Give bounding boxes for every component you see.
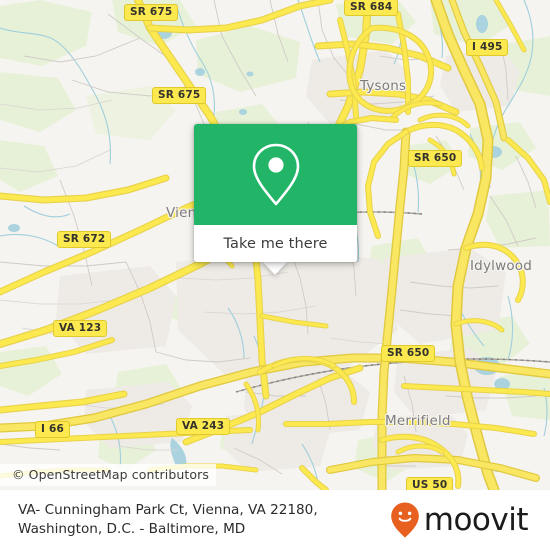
place-label-tysons: Tysons	[360, 78, 407, 94]
map-attribution[interactable]: © OpenStreetMap contributors	[0, 464, 217, 486]
road-shield-us-50: US 50	[406, 477, 454, 490]
road-shield-sr-675-south: SR 675	[152, 87, 207, 104]
road-shield-i-495: I 495	[466, 39, 509, 56]
map-canvas[interactable]: .park { fill:#e7f1d8; } .res { fill:#eee…	[0, 0, 550, 490]
map-screenshot-root: .park { fill:#e7f1d8; } .res { fill:#eee…	[0, 0, 550, 550]
road-shield-sr-650-south: SR 650	[381, 345, 436, 362]
card-label-area[interactable]: Take me there	[194, 225, 357, 262]
card-pin-area	[194, 124, 357, 225]
road-shield-va-243: VA 243	[176, 418, 231, 435]
footer-bar: VA- Cunningham Park Ct, Vienna, VA 22180…	[0, 490, 550, 550]
road-shield-i-66: I 66	[35, 421, 70, 438]
moovit-logo[interactable]: moovit	[390, 501, 536, 539]
take-me-there-label: Take me there	[223, 235, 328, 252]
footer-address-line-1: VA- Cunningham Park Ct, Vienna, VA 22180…	[18, 502, 318, 518]
map-pin-icon	[252, 143, 299, 205]
place-label-idylwood: Idylwood	[470, 258, 533, 274]
card-pointer	[262, 261, 288, 275]
road-shield-sr-675-north: SR 675	[124, 4, 179, 21]
road-shield-sr-684: SR 684	[344, 0, 399, 16]
road-shield-sr-672: SR 672	[57, 231, 112, 248]
take-me-there-card[interactable]: Take me there	[194, 124, 357, 262]
footer-address-line-2: Washington, D.C. - Baltimore, MD	[18, 521, 246, 537]
moovit-wordmark: moovit	[423, 501, 529, 538]
footer-address-block: VA- Cunningham Park Ct, Vienna, VA 22180…	[18, 501, 318, 539]
road-shield-sr-650-north: SR 650	[408, 150, 463, 167]
moovit-smiley-pin-icon	[390, 502, 419, 538]
road-shield-va-123: VA 123	[53, 320, 108, 337]
place-label-merrifield: Merrifield	[385, 413, 451, 429]
